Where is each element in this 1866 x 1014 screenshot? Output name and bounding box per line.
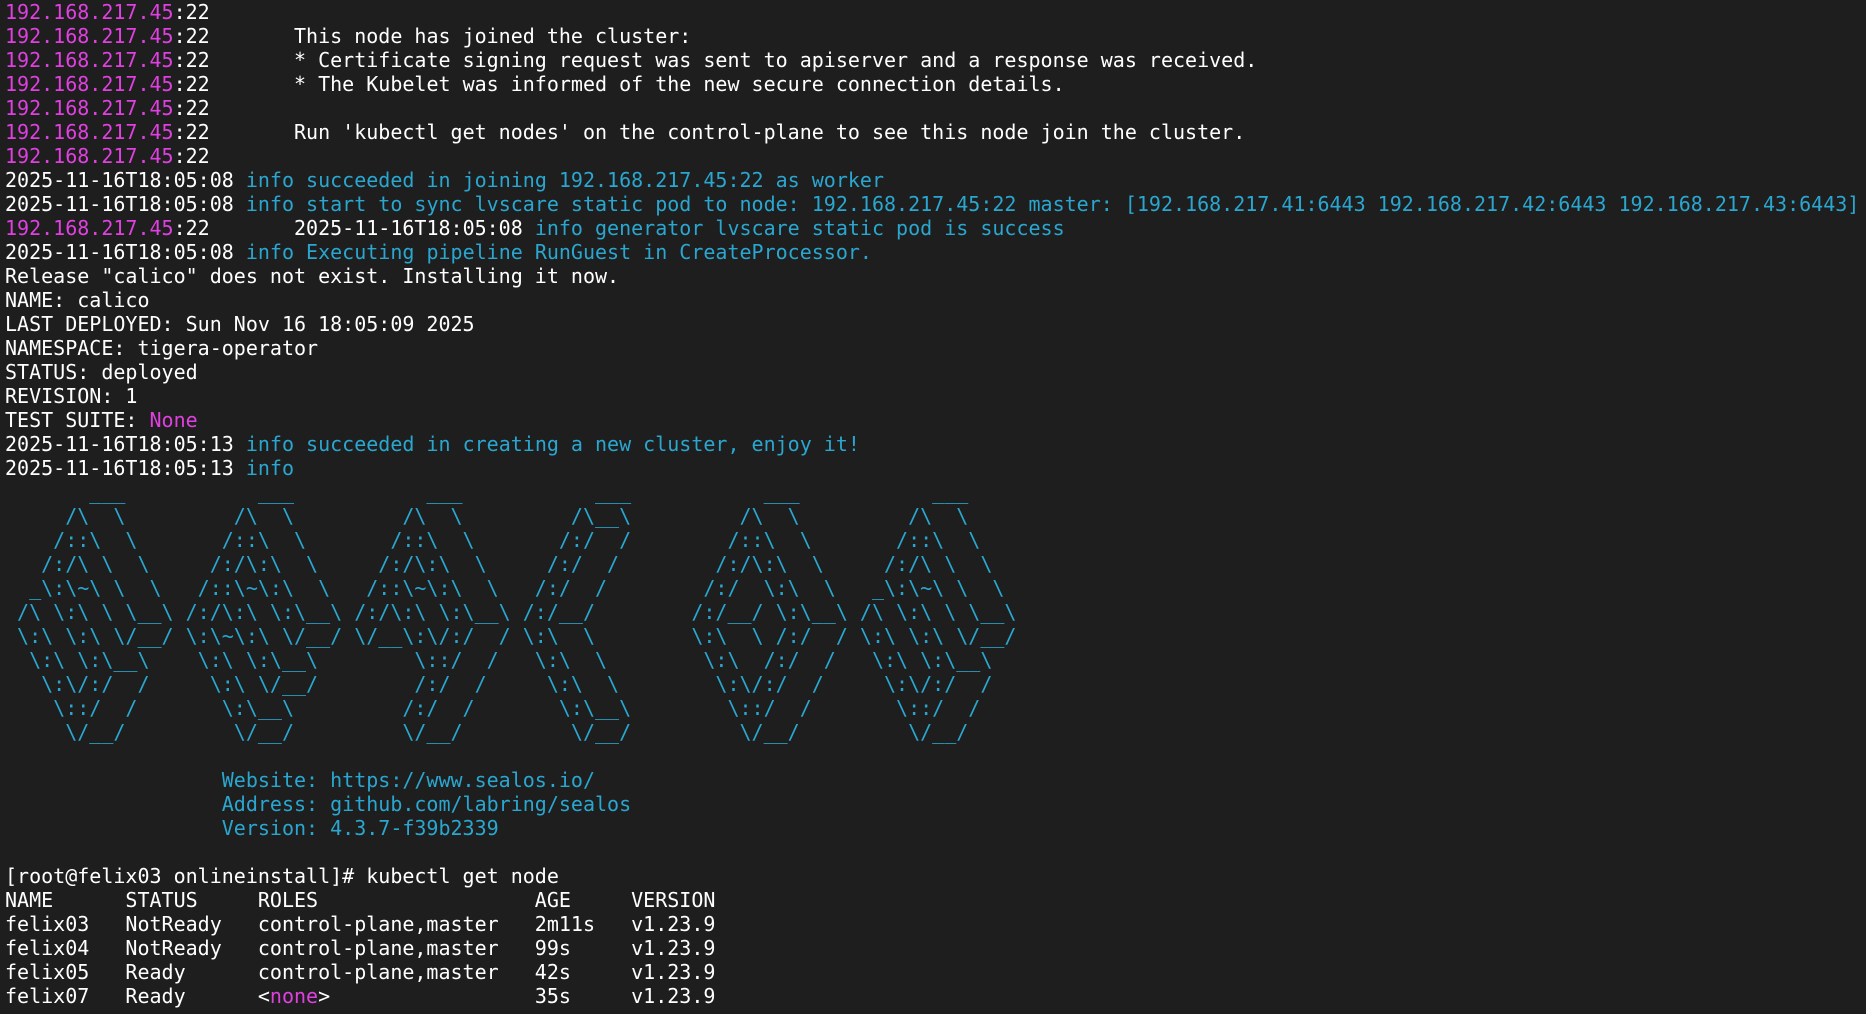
- ascii-banner-line: \:\/:/ / \:\ \/__/ /:/ / \:\ \ \:\/:/ / …: [5, 672, 992, 696]
- terminal-text-segment: :22 2025-11-16T18:05:08: [173, 216, 535, 240]
- helm-output-line: NAME: calico: [5, 288, 150, 312]
- ascii-banner-line: ___ ___ ___ ___ ___ ___: [5, 480, 968, 504]
- terminal-text-segment: info Executing pipeline RunGuest in Crea…: [245, 240, 872, 264]
- info-log-line: 2025-11-16T18:05:08 info start to sync l…: [5, 192, 1859, 216]
- terminal-text-segment: :22 * Certificate signing request was se…: [173, 48, 1258, 72]
- ascii-banner-line: \:\ \:\ \/__/ \:\~\:\ \/__/ \/__\:\/:/ /…: [5, 624, 1016, 648]
- banner-info-line: Version: 4.3.7-f39b2339: [5, 816, 499, 840]
- terminal-text-segment: \:\ \:\ \/__/ \:\~\:\ \/__/ \/__\:\/:/ /…: [5, 624, 1017, 648]
- join-log-line: 192.168.217.45:22 * Certificate signing …: [5, 48, 1257, 72]
- info-log-line: 2025-11-16T18:05:13 info succeeded in cr…: [5, 432, 860, 456]
- ascii-banner-line: _\:\~\ \ \ /::\~\:\ \ /::\~\:\ \ /:/ / /…: [5, 576, 1004, 600]
- info-log-line: 2025-11-16T18:05:08 info Executing pipel…: [5, 240, 872, 264]
- terminal-text-segment: :22: [173, 0, 210, 24]
- join-log-line: 192.168.217.45:22 Run 'kubectl get nodes…: [5, 120, 1245, 144]
- terminal-text-segment: ___ ___ ___ ___ ___ ___: [5, 480, 969, 504]
- terminal-text-segment: [root@felix03 onlineinstall]# kubectl ge…: [5, 864, 559, 888]
- ascii-banner-line: /\ \:\ \ \__\ /:/\:\ \:\__\ /:/\:\ \:\__…: [5, 600, 1016, 624]
- ascii-banner-line: /:/\ \ \ /:/\:\ \ /:/\:\ \ /:/ / /:/\:\ …: [5, 552, 992, 576]
- join-log-line: 192.168.217.45:22: [5, 144, 210, 168]
- terminal-text-segment: :22 * The Kubelet was informed of the ne…: [173, 72, 1065, 96]
- helm-output-line: Release "calico" does not exist. Install…: [5, 264, 619, 288]
- terminal-text-segment: info generator lvscare static pod is suc…: [534, 216, 1065, 240]
- terminal-text-segment: :22 Run 'kubectl get nodes' on the contr…: [173, 120, 1246, 144]
- terminal-text-segment: \::/ / \:\__\ /:/ / \:\__\ \::/ / \::/ /: [5, 696, 981, 720]
- terminal-text-segment: TEST SUITE:: [5, 408, 150, 432]
- terminal-text-segment: 192.168.217.45: [5, 144, 174, 168]
- node-table-row: felix03 NotReady control-plane,master 2m…: [5, 912, 715, 936]
- terminal-text-segment: 192.168.217.45: [5, 48, 174, 72]
- terminal-text-segment: \/__/ \/__/ \/__/ \/__/ \/__/ \/__/: [5, 720, 969, 744]
- join-log-line: 192.168.217.45:22 * The Kubelet was info…: [5, 72, 1065, 96]
- terminal-output[interactable]: 192.168.217.45:22 192.168.217.45:22 This …: [0, 0, 1866, 1014]
- ascii-banner-line: \/__/ \/__/ \/__/ \/__/ \/__/ \/__/: [5, 720, 968, 744]
- terminal-text-segment: NAMESPACE: tigera-operator: [5, 336, 319, 360]
- terminal-text-segment: 2025-11-16T18:05:08: [5, 168, 246, 192]
- terminal-text-segment: 2025-11-16T18:05:13: [5, 432, 246, 456]
- terminal-text-segment: info succeeded in creating a new cluster…: [245, 432, 860, 456]
- terminal-text-segment: 192.168.217.45: [5, 216, 174, 240]
- terminal-text-segment: /::\ \ /::\ \ /::\ \ /:/ / /::\ \ /::\ \: [5, 528, 981, 552]
- terminal-text-segment: \:\/:/ / \:\ \/__/ /:/ / \:\ \ \:\/:/ / …: [5, 672, 993, 696]
- terminal-text-segment: Version: 4.3.7-f39b2339: [5, 816, 499, 840]
- ascii-banner-line: /::\ \ /::\ \ /::\ \ /:/ / /::\ \ /::\ \: [5, 528, 980, 552]
- helm-output-line: TEST SUITE: None: [5, 408, 198, 432]
- terminal-text-segment: info: [245, 456, 294, 480]
- terminal-text-segment: \:\ \:\__\ \:\ \:\__\ \::/ / \:\ \ \:\ /…: [5, 648, 993, 672]
- terminal-text-segment: 192.168.217.45: [5, 120, 174, 144]
- node-table-row: felix07 Ready <none> 35s v1.23.9: [5, 984, 715, 1008]
- terminal-text-segment: :22: [173, 144, 210, 168]
- terminal-text-segment: 192.168.217.45: [5, 24, 174, 48]
- terminal-text-segment: Release "calico" does not exist. Install…: [5, 264, 620, 288]
- join-log-line: 192.168.217.45:22: [5, 96, 210, 120]
- terminal-text-segment: _\:\~\ \ \ /::\~\:\ \ /::\~\:\ \ /:/ / /…: [5, 576, 1005, 600]
- terminal-text-segment: 2025-11-16T18:05:08: [5, 192, 246, 216]
- helm-output-line: STATUS: deployed: [5, 360, 198, 384]
- terminal-text-segment: felix07 Ready <: [5, 984, 270, 1008]
- terminal-text-segment: /\ \ /\ \ /\ \ /\__\ /\ \ /\ \: [5, 504, 969, 528]
- terminal-text-segment: none: [269, 984, 319, 1008]
- terminal-text-segment: felix04 NotReady control-plane,master 99…: [5, 936, 716, 960]
- terminal-text-segment: 2025-11-16T18:05:08: [5, 240, 246, 264]
- info-log-line: 2025-11-16T18:05:08 info succeeded in jo…: [5, 168, 884, 192]
- terminal-text-segment: Website: https://www.sealos.io/: [5, 768, 596, 792]
- terminal-text-segment: :22 This node has joined the cluster:: [173, 24, 692, 48]
- helm-output-line: LAST DEPLOYED: Sun Nov 16 18:05:09 2025: [5, 312, 475, 336]
- terminal-text-segment: felix03 NotReady control-plane,master 2m…: [5, 912, 716, 936]
- terminal-text-segment: felix05 Ready control-plane,master 42s v…: [5, 960, 716, 984]
- shell-prompt-line: [root@felix03 onlineinstall]# kubectl ge…: [5, 864, 559, 888]
- terminal-text-segment: NAME: calico: [5, 288, 150, 312]
- join-log-line: 192.168.217.45:22 This node has joined t…: [5, 24, 691, 48]
- helm-output-line: NAMESPACE: tigera-operator: [5, 336, 318, 360]
- terminal-text-segment: Address: github.com/labring/sealos: [5, 792, 632, 816]
- node-table-row: felix05 Ready control-plane,master 42s v…: [5, 960, 715, 984]
- terminal-text-segment: None: [149, 408, 198, 432]
- helm-output-line: REVISION: 1: [5, 384, 137, 408]
- terminal-text-segment: /:/\ \ \ /:/\:\ \ /:/\:\ \ /:/ / /:/\:\ …: [5, 552, 993, 576]
- info-log-line: 2025-11-16T18:05:13 info: [5, 456, 294, 480]
- ascii-banner-line: \::/ / \:\__\ /:/ / \:\__\ \::/ / \::/ /: [5, 696, 980, 720]
- join-log-line: 192.168.217.45:22: [5, 0, 210, 24]
- ascii-banner-line: /\ \ /\ \ /\ \ /\__\ /\ \ /\ \: [5, 504, 968, 528]
- terminal-text-segment: 2025-11-16T18:05:13: [5, 456, 246, 480]
- terminal-text-segment: REVISION: 1: [5, 384, 138, 408]
- terminal-text-segment: > 35s v1.23.9: [318, 984, 716, 1008]
- terminal-text-segment: info succeeded in joining 192.168.217.45…: [245, 168, 885, 192]
- node-table-header: NAME STATUS ROLES AGE VERSION: [5, 888, 715, 912]
- terminal-text-segment: LAST DEPLOYED: Sun Nov 16 18:05:09 2025: [5, 312, 475, 336]
- ascii-banner-line: \:\ \:\__\ \:\ \:\__\ \::/ / \:\ \ \:\ /…: [5, 648, 992, 672]
- terminal-text-segment: /\ \:\ \ \__\ /:/\:\ \:\__\ /:/\:\ \:\__…: [5, 600, 1017, 624]
- node-table-row: felix04 NotReady control-plane,master 99…: [5, 936, 715, 960]
- terminal-text-segment: info start to sync lvscare static pod to…: [245, 192, 1860, 216]
- info-log-line: 192.168.217.45:22 2025-11-16T18:05:08 in…: [5, 216, 1065, 240]
- banner-info-line: Address: github.com/labring/sealos: [5, 792, 631, 816]
- terminal-text-segment: 192.168.217.45: [5, 0, 174, 24]
- terminal-text-segment: :22: [173, 96, 210, 120]
- terminal-text-segment: STATUS: deployed: [5, 360, 198, 384]
- terminal-text-segment: NAME STATUS ROLES AGE VERSION: [5, 888, 716, 912]
- terminal-text-segment: 192.168.217.45: [5, 96, 174, 120]
- banner-info-line: Website: https://www.sealos.io/: [5, 768, 595, 792]
- terminal-text-segment: 192.168.217.45: [5, 72, 174, 96]
